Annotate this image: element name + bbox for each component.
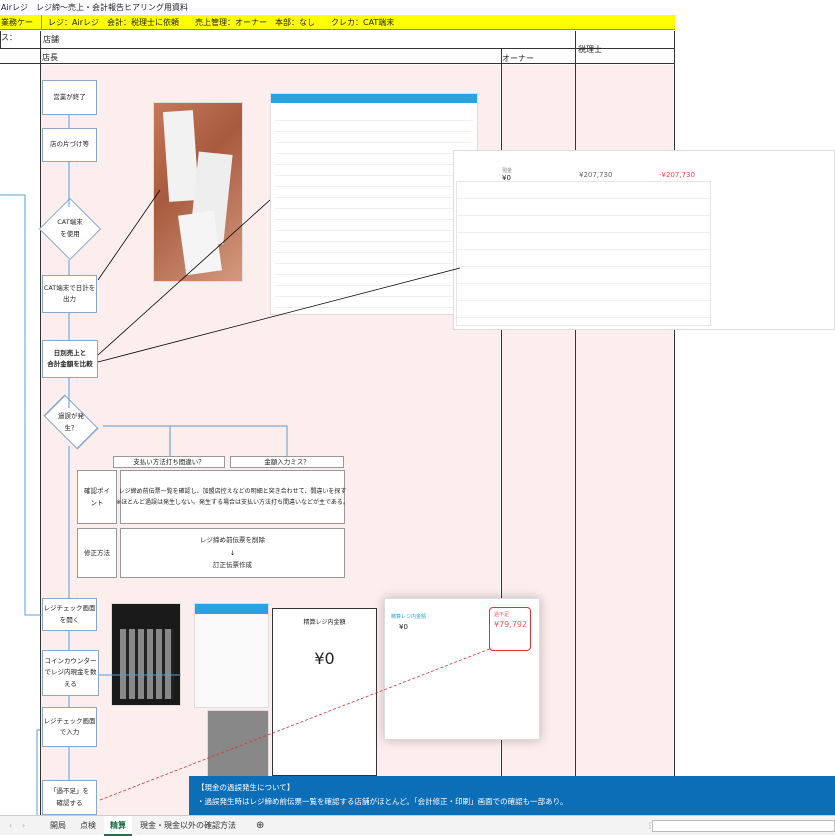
note-text: ・過誤発生時はレジ締め前伝票一覧を確認する店舗がほとんど。「会計修正・印刷」画面… <box>197 797 568 807</box>
error-row1-text: レジ締め前伝票一覧を確認し、加盟店控えなどの明細と突き合わせて、間違いを探す ※… <box>116 470 349 524</box>
lane-line-right <box>674 31 675 815</box>
lane-manager: 店長 <box>42 53 58 62</box>
step-check-diff: 「過不足」を 確認する <box>42 780 97 815</box>
error-row2-text: レジ締め前伝票を削除 ↓ 訂正伝票作成 <box>120 528 345 578</box>
app-header <box>195 604 268 614</box>
register-check-screenshot: 精算レジ内金額 ¥0 過不足 ¥79,792 <box>384 598 540 740</box>
app-header <box>271 94 477 103</box>
step-register-input: レジチェック画面 で入力 <box>42 707 97 747</box>
step-open-register-check: レジチェック画面 を開く <box>42 598 97 631</box>
header-row-manager: 店長 オーナー <box>0 48 675 64</box>
sales-summary-screenshot <box>270 93 478 315</box>
register-app-screenshot <box>194 603 269 708</box>
header-row-store: 店舗 <box>0 31 675 48</box>
horizontal-scrollbar[interactable] <box>652 820 835 832</box>
lane-store: 店舗 <box>43 35 59 44</box>
step-business-end: 営業が終了 <box>42 80 97 115</box>
tab-cash-methods[interactable]: 現金・現金以外の確認方法 <box>134 816 242 836</box>
register-amount-screenshot: 精算レジ内金額 ¥0 <box>272 608 377 776</box>
error-row1-label: 確認ポイ ント <box>77 470 117 524</box>
lane-owner: オーナー <box>502 54 534 63</box>
receipt-photo <box>153 102 243 282</box>
register-app-title: 精算レジ内金額 <box>303 619 346 626</box>
hands-photo <box>207 710 269 778</box>
case-label: 業務ケース： <box>0 15 42 42</box>
case-text: レジ：Airレジ 会計：税理士に依頼 売上管理：オーナー 本部：なし クレカ：C… <box>48 18 395 27</box>
add-sheet-icon[interactable]: ⊕ <box>250 816 270 836</box>
step-cat-print: CAT端末で日計を 出力 <box>42 275 97 313</box>
summary-diff-value: -¥207,730 <box>659 171 695 179</box>
error-col-payment: 支払い方法打ち間違い？ <box>113 456 225 468</box>
step-coin-counter: コインカウンター でレジ内現金を数 える <box>42 650 99 696</box>
check-diff-label: 過不足 <box>494 612 510 618</box>
decision-cat-terminal: CAT端末 を使用 <box>38 197 102 261</box>
case-bar: 業務ケース： レジ：Airレジ 会計：税理士に依頼 売上管理：オーナー 本部：な… <box>0 15 675 42</box>
register-amount: ¥0 <box>314 649 335 668</box>
check-register-value: ¥0 <box>399 623 408 631</box>
summary-cash-label: 現金 <box>502 168 513 174</box>
coin-tubes <box>120 629 174 699</box>
decision-error: 過誤が発 生？ <box>39 394 103 455</box>
error-row2-label: 修正方法 <box>77 528 117 578</box>
check-register-label: 精算レジ内金額 <box>391 614 427 620</box>
check-diff-value: ¥79,792 <box>494 620 528 629</box>
register-summary-screenshot: 現金 ¥0 ¥207,730 -¥207,730 <box>453 150 835 330</box>
step-cleanup: 店の片づけ等 <box>42 128 97 162</box>
receipt-paper <box>162 110 200 202</box>
decision-error-text: 過誤が発 生？ <box>58 411 84 432</box>
summary-cash: 現金 ¥0 <box>502 167 512 182</box>
step-compare-sales: 日別売上と 合計金額を比較 <box>42 340 98 378</box>
note-title: 【現金の過誤発生について】 <box>197 783 295 792</box>
summary-table <box>456 181 711 326</box>
tab-check[interactable]: 点検 <box>74 816 102 836</box>
lane-line-accountant <box>575 31 576 815</box>
tab-open[interactable]: 開局 <box>44 816 72 836</box>
next-sheet-icon[interactable]: › <box>16 816 31 836</box>
decision-cat-text: CAT端末 を使用 <box>57 218 83 238</box>
tab-settlement[interactable]: 精算 <box>104 816 132 836</box>
lane-accountant: 税理士 <box>578 45 602 54</box>
error-col-amount: 金額入力ミス？ <box>230 456 344 468</box>
summary-total-value: ¥207,730 <box>579 171 613 179</box>
window-title: Airレジ レジ締〜売上・会計報告ヒアリング用資料 <box>0 0 835 15</box>
sheet-tab-bar: ‹ › 開局 点検 精算 現金・現金以外の確認方法 ⊕ ⋮ <box>0 815 835 836</box>
summary-rows <box>275 110 473 310</box>
diff-highlight: 過不足 ¥79,792 <box>489 607 531 651</box>
coin-counter-photo <box>111 603 181 706</box>
cash-error-note: 【現金の過誤発生について】 ・過誤発生時はレジ締め前伝票一覧を確認する店舗がほと… <box>189 776 835 820</box>
